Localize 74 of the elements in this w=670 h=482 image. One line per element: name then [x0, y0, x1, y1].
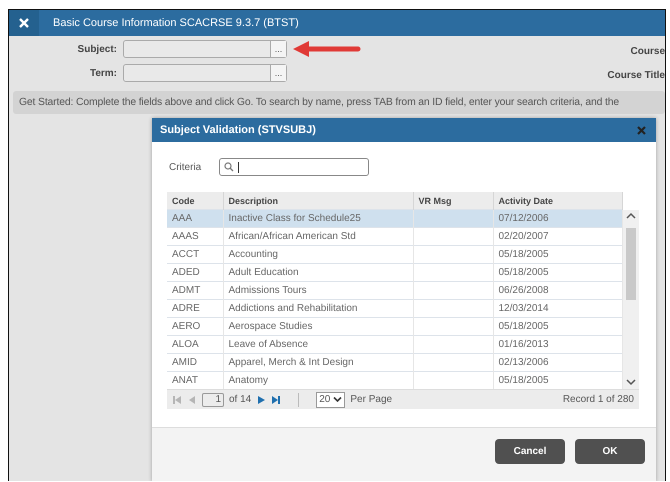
- table-cell: 06/26/2008: [493, 282, 622, 300]
- table-cell: 05/18/2005: [493, 264, 622, 282]
- table-cell: AAA: [167, 210, 223, 228]
- field-label: Course Title: [607, 69, 665, 83]
- criteria-label: Criteria: [169, 162, 202, 172]
- close-icon: [18, 17, 30, 29]
- per-page-value: 20: [319, 394, 330, 405]
- scroll-down-icon[interactable]: [626, 378, 636, 386]
- text-field[interactable]: ...: [123, 40, 287, 58]
- cancel-button[interactable]: Cancel: [495, 439, 565, 464]
- table-row[interactable]: ADRE Addictions and Rehabilitation 12/03/2014: [167, 300, 622, 318]
- table-cell: African/African American Std: [223, 228, 413, 246]
- lookup-button[interactable]: ...: [270, 65, 286, 81]
- column-header[interactable]: Code: [167, 192, 223, 210]
- table-cell: ADED: [167, 264, 223, 282]
- table-cell: 02/13/2006: [493, 354, 622, 372]
- close-icon[interactable]: [637, 126, 646, 134]
- table-row[interactable]: AERO Aerospace Studies 05/18/2005: [167, 318, 622, 336]
- field-label: Course: [630, 45, 665, 59]
- criteria-search-field[interactable]: [219, 158, 370, 176]
- table-cell: 12/03/2014: [493, 300, 622, 318]
- search-icon: [224, 162, 234, 172]
- table-cell: 05/18/2005: [493, 246, 622, 264]
- page-number-field[interactable]: 1: [202, 392, 224, 406]
- table-cell: 07/12/2006: [493, 210, 622, 228]
- table-cell: Accounting: [223, 246, 413, 264]
- table-cell: Apparel, Merch & Int Design: [223, 354, 413, 372]
- table-cell: ADRE: [167, 300, 223, 318]
- text-cursor: [238, 162, 240, 172]
- scrollbar-thumb[interactable]: [626, 228, 636, 300]
- table-cell: Addictions and Rehabilitation: [223, 300, 413, 318]
- table-row[interactable]: ADED Adult Education 05/18/2005: [167, 264, 622, 282]
- table-cell: ALOA: [167, 336, 223, 354]
- annotation-arrow: [292, 39, 362, 59]
- last-page-icon[interactable]: [271, 394, 282, 404]
- table-row[interactable]: AMID Apparel, Merch & Int Design 02/13/2006: [167, 354, 622, 372]
- table-row[interactable]: ALOA Leave of Absence 01/16/2013: [167, 336, 622, 354]
- column-header[interactable]: Activity Date: [493, 192, 622, 210]
- column-header[interactable]: Description: [223, 192, 413, 210]
- scrollbar[interactable]: [623, 210, 639, 389]
- table-row[interactable]: ACCT Accounting 05/18/2005: [167, 246, 622, 264]
- chevron-down-icon: [333, 396, 342, 403]
- per-page-label: Per Page: [350, 394, 392, 405]
- scroll-up-icon[interactable]: [626, 212, 636, 220]
- text-field[interactable]: ...: [123, 64, 287, 82]
- table-cell: Admissions Tours: [223, 282, 413, 300]
- table-cell: AAAS: [167, 228, 223, 246]
- field-label: Term:: [88, 68, 117, 78]
- next-page-icon[interactable]: [256, 394, 266, 404]
- record-count: Record 1 of 280: [562, 394, 634, 405]
- table-cell: Leave of Absence: [223, 336, 413, 354]
- table-cell: Inactive Class for Schedule25: [223, 210, 413, 228]
- dialog-title: Subject Validation (STVSUBJ): [160, 124, 316, 136]
- page-count: of 14: [229, 394, 252, 405]
- per-page-dropdown[interactable]: 20: [316, 392, 346, 408]
- table-cell: 01/16/2013: [493, 336, 622, 354]
- table-cell: Aerospace Studies: [223, 318, 413, 336]
- table-cell: AERO: [167, 318, 223, 336]
- table-cell: AMID: [167, 354, 223, 372]
- info-message: Get Started: Complete the fields above and click Go. To search by name, press TAB from an ID field, enter your search criteria, and the: [13, 91, 665, 114]
- table-cell: ACCT: [167, 246, 223, 264]
- lookup-button[interactable]: ...: [270, 41, 286, 57]
- column-header[interactable]: VR Msg: [413, 192, 493, 210]
- table-cell: 05/18/2005: [493, 318, 622, 336]
- ok-button[interactable]: OK: [575, 439, 645, 464]
- close-button[interactable]: [9, 10, 39, 36]
- table-row[interactable]: AAA Inactive Class for Schedule25 07/12/2006: [167, 210, 622, 228]
- table-cell: ADMT: [167, 282, 223, 300]
- field-label: Subject:: [76, 44, 117, 54]
- table-cell: 02/20/2007: [493, 228, 622, 246]
- table-cell: Adult Education: [223, 264, 413, 282]
- window-title: Basic Course Information SCACRSE 9.3.7 (BTST): [53, 17, 299, 29]
- table-row[interactable]: AAAS African/African American Std 02/20/2007: [167, 228, 622, 246]
- table-row[interactable]: ADMT Admissions Tours 06/26/2008: [167, 282, 622, 300]
